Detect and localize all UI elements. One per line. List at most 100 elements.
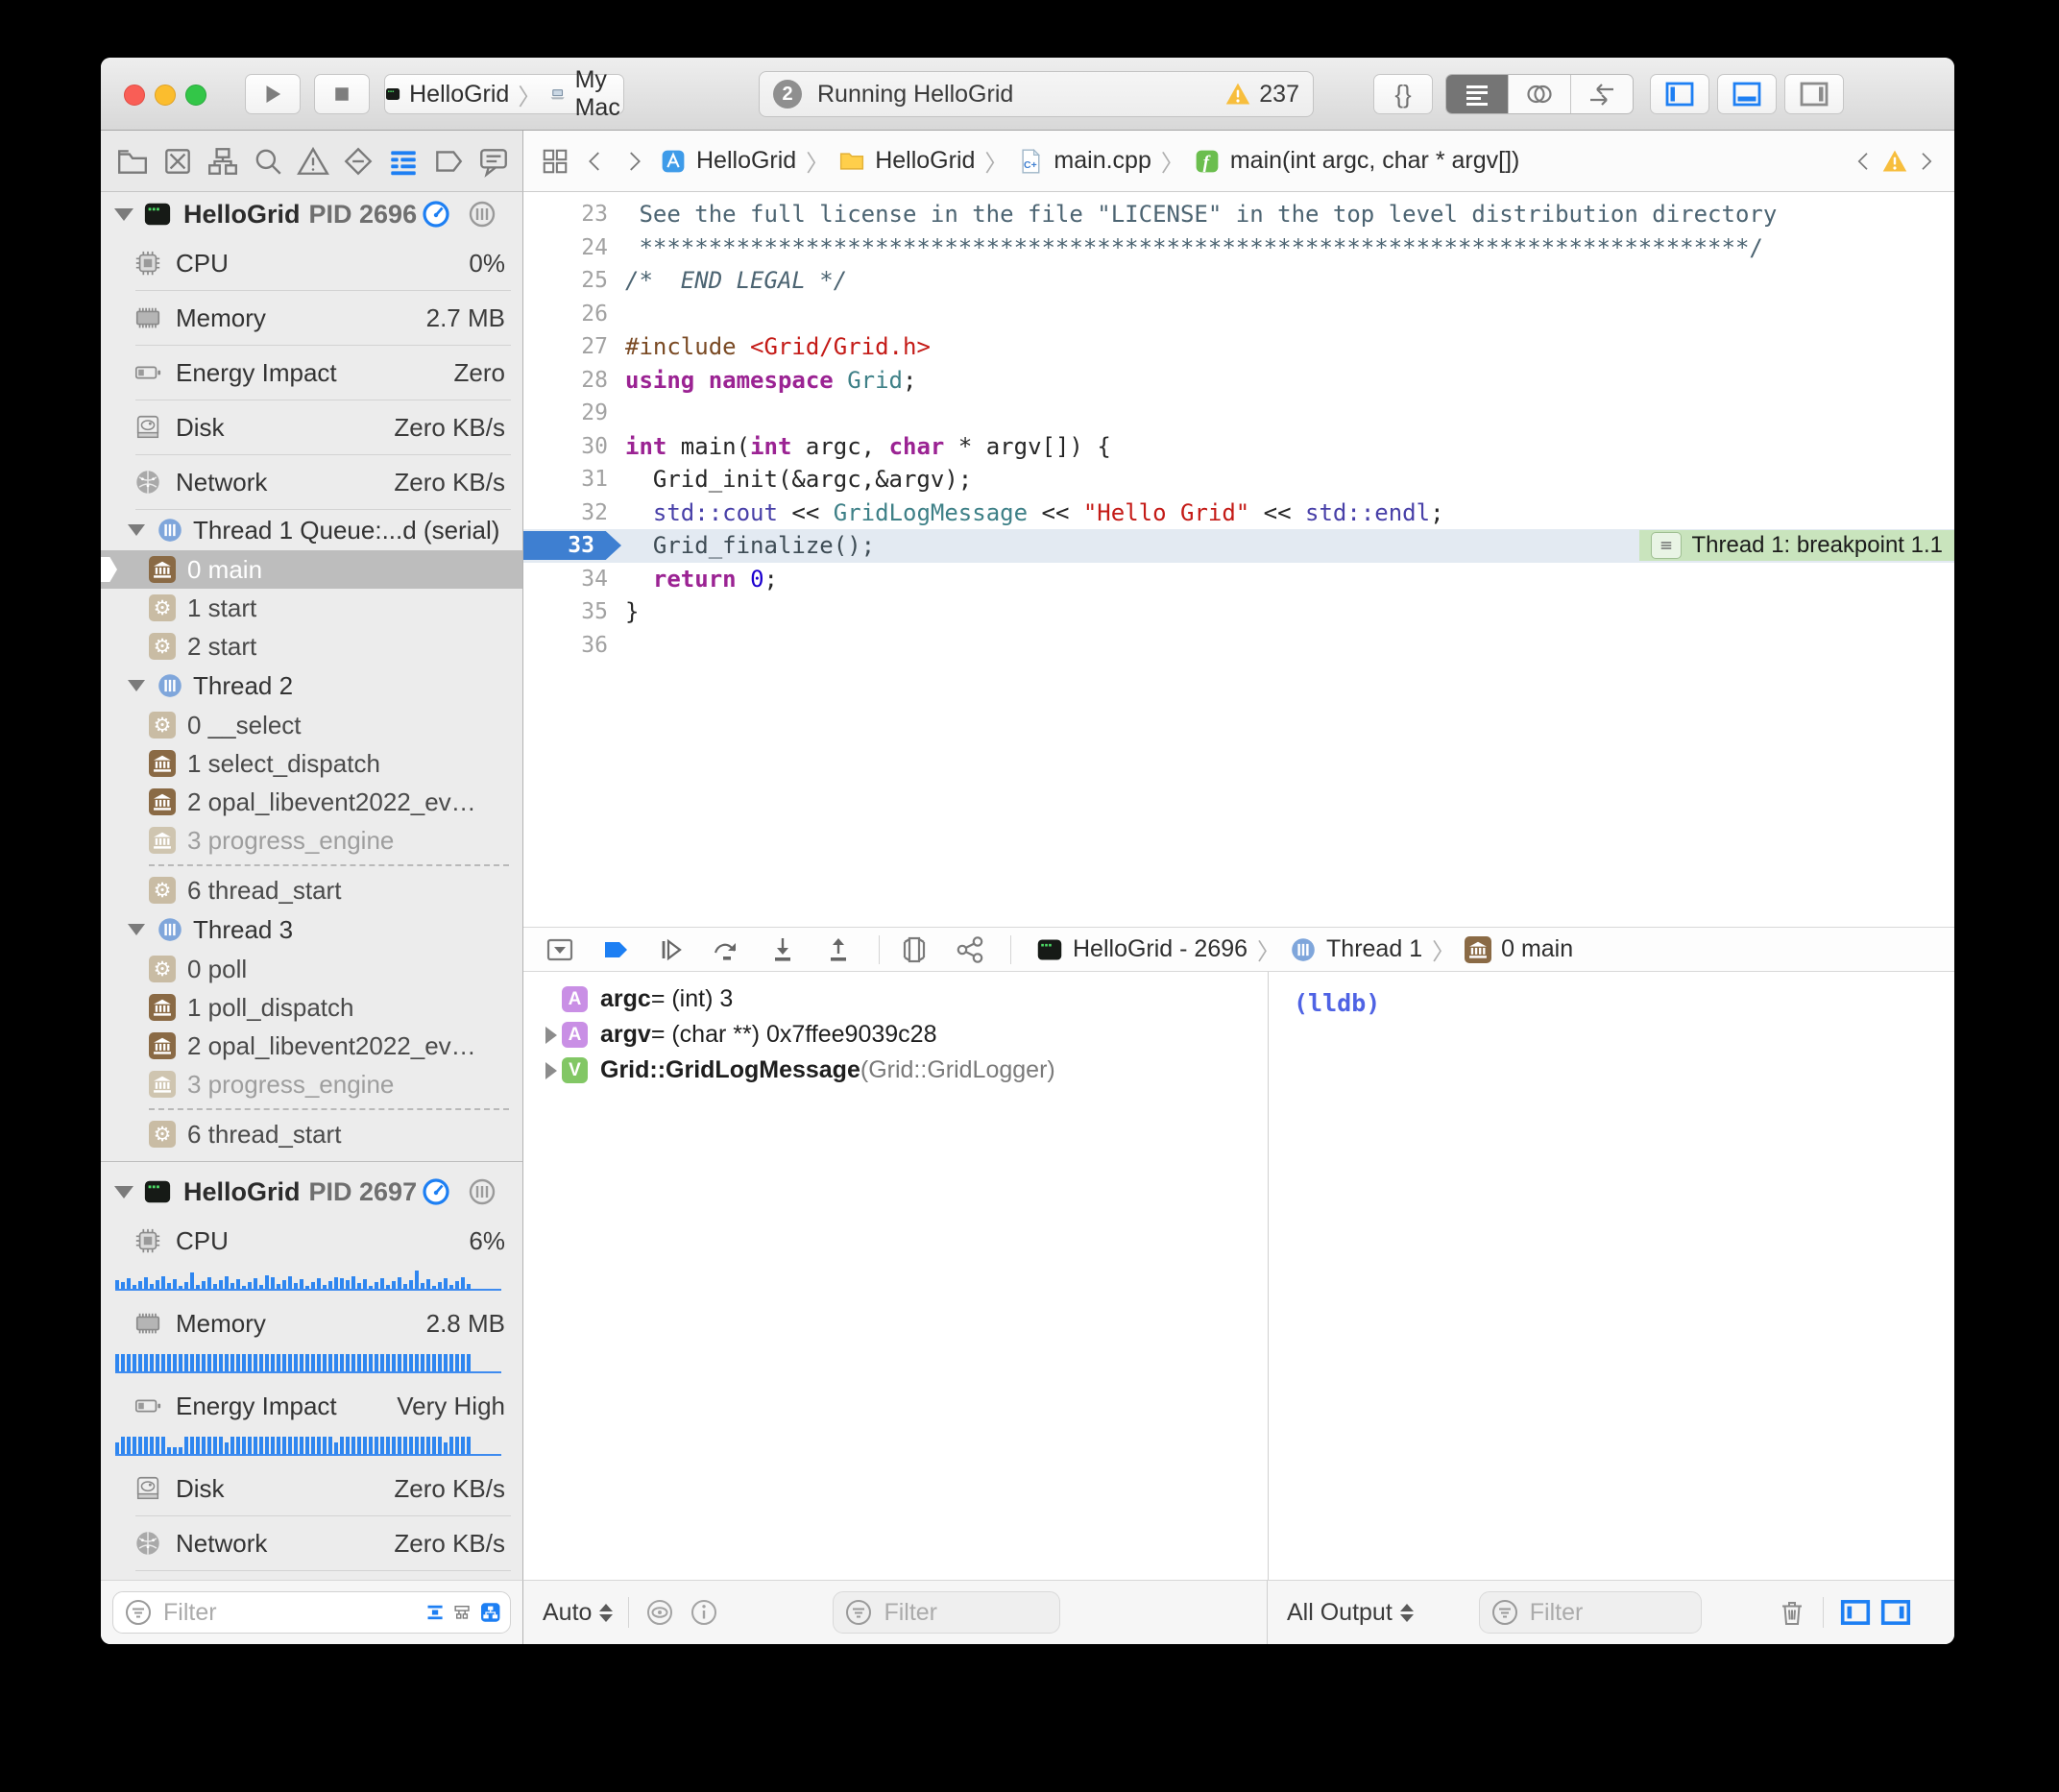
- variable-row[interactable]: Aargc = (int) 3: [523, 981, 1268, 1017]
- gauge-button-icon[interactable]: [421, 199, 451, 230]
- console-scope-label[interactable]: All Output: [1287, 1599, 1393, 1627]
- gauge-row-network[interactable]: NetworkZero KB/s: [101, 1516, 522, 1570]
- gauge-row-network[interactable]: NetworkZero KB/s: [101, 455, 522, 509]
- navigator-filter-input[interactable]: [161, 1598, 418, 1628]
- breadcrumb-item[interactable]: HelloGrid: [875, 147, 975, 175]
- thread-row[interactable]: Thread 1 Queue:...d (serial): [101, 510, 522, 550]
- gauge-button-icon[interactable]: [421, 1176, 451, 1207]
- stack-frame-row[interactable]: 1 select_dispatch: [101, 744, 522, 783]
- code-line[interactable]: 23 See the full license in the file "LIC…: [523, 198, 1954, 231]
- show-console-toggle-icon[interactable]: [1879, 1596, 1912, 1629]
- gauge-row-energy-impact[interactable]: Energy ImpactZero: [101, 346, 522, 400]
- issue-warning-icon[interactable]: [1881, 148, 1908, 175]
- debug-view-hierarchy-button[interactable]: [899, 934, 930, 965]
- view-mode-toggle-icon[interactable]: [480, 1597, 500, 1628]
- code-line[interactable]: 24 *************************************…: [523, 231, 1954, 265]
- columns-button-icon[interactable]: [467, 199, 497, 230]
- gauge-row-disk[interactable]: DiskZero KB/s: [101, 400, 522, 454]
- info-icon[interactable]: [689, 1597, 719, 1628]
- scope-updown-icon[interactable]: [599, 1604, 613, 1622]
- code-line[interactable]: 36: [523, 629, 1954, 663]
- variables-scope-label[interactable]: Auto: [543, 1599, 592, 1627]
- gauge-row-memory[interactable]: Memory2.8 MB: [101, 1296, 522, 1350]
- breakpoint-badge[interactable]: 33: [523, 531, 621, 560]
- source-editor[interactable]: 23 See the full license in the file "LIC…: [523, 192, 1954, 932]
- assistant-editor-button[interactable]: [1509, 75, 1571, 113]
- variables-filter-input[interactable]: [882, 1598, 1050, 1628]
- disclosure-triangle-icon[interactable]: [128, 924, 145, 935]
- code-line[interactable]: 28using namespace Grid;: [523, 364, 1954, 398]
- disclosure-triangle-icon[interactable]: [128, 524, 145, 536]
- activity-count-badge[interactable]: 2: [773, 80, 802, 109]
- code-snippets-button[interactable]: {}: [1373, 74, 1433, 114]
- code-line[interactable]: 29: [523, 397, 1954, 430]
- filter-frames-toggle-icon[interactable]: [452, 1598, 472, 1627]
- breadcrumb-item[interactable]: main.cpp: [1054, 147, 1151, 175]
- back-button[interactable]: [583, 149, 608, 174]
- stack-frame-row[interactable]: 1 poll_dispatch: [101, 988, 522, 1027]
- code-line[interactable]: 33 Grid_finalize();Thread 1: breakpoint …: [523, 529, 1954, 563]
- stack-frame-row[interactable]: ⚙0 __select: [101, 706, 522, 744]
- variable-disclosure-icon[interactable]: [541, 1027, 562, 1044]
- next-issue-button[interactable]: [1914, 150, 1937, 173]
- navigator-tab-debug[interactable]: [387, 145, 420, 178]
- variables-filter-field[interactable]: [833, 1591, 1060, 1634]
- toggle-debug-area-button[interactable]: [1717, 74, 1777, 114]
- variable-disclosure-icon[interactable]: [541, 1062, 562, 1079]
- close-button[interactable]: [124, 85, 145, 106]
- process-row[interactable]: HelloGridPID 2696: [101, 192, 522, 236]
- console-filter-field[interactable]: [1479, 1591, 1702, 1634]
- step-over-button[interactable]: [712, 934, 742, 965]
- debug-breadcrumb-item[interactable]: HelloGrid - 2696: [1073, 935, 1248, 963]
- warning-indicator[interactable]: 237: [1224, 81, 1299, 109]
- console-view[interactable]: (lldb): [1268, 972, 1954, 1580]
- related-items-icon[interactable]: [541, 147, 569, 176]
- stack-frame-row[interactable]: ⚙1 start: [101, 589, 522, 627]
- gauge-row-energy-impact[interactable]: Energy ImpactVery High: [101, 1379, 522, 1433]
- previous-issue-button[interactable]: [1853, 150, 1876, 173]
- gauge-row-cpu[interactable]: CPU0%: [101, 236, 522, 290]
- thread-row[interactable]: Thread 3: [101, 909, 522, 950]
- code-line[interactable]: 32 std::cout << GridLogMessage << "Hello…: [523, 496, 1954, 530]
- navigator-tab-breakpoints[interactable]: [432, 145, 465, 178]
- stack-frame-row[interactable]: ⚙2 start: [101, 627, 522, 666]
- run-button[interactable]: [245, 74, 301, 114]
- navigator-tab-reports[interactable]: [477, 145, 510, 178]
- step-into-button[interactable]: [767, 934, 798, 965]
- code-line[interactable]: 26: [523, 298, 1954, 331]
- variable-row[interactable]: VGrid::GridLogMessage (Grid::GridLogger): [523, 1053, 1268, 1088]
- code-line[interactable]: 30int main(int argc, char * argv[]) {: [523, 430, 1954, 464]
- disclosure-triangle-icon[interactable]: [128, 680, 145, 691]
- columns-button-icon[interactable]: [467, 1176, 497, 1207]
- gauge-row-disk[interactable]: DiskZero KB/s: [101, 1462, 522, 1515]
- console-filter-input[interactable]: [1528, 1598, 1691, 1628]
- stack-frame-row[interactable]: 2 opal_libevent2022_ev…: [101, 1027, 522, 1065]
- gauge-row-memory[interactable]: Memory2.7 MB: [101, 291, 522, 345]
- show-variables-toggle-icon[interactable]: [1839, 1596, 1872, 1629]
- debug-breadcrumb-item[interactable]: Thread 1: [1326, 935, 1422, 963]
- navigator-tab-tests[interactable]: [342, 145, 375, 178]
- debug-breadcrumb-item[interactable]: 0 main: [1501, 935, 1573, 963]
- stack-frame-row[interactable]: ⚙0 poll: [101, 950, 522, 988]
- quicklook-icon[interactable]: [644, 1597, 675, 1628]
- process-row[interactable]: HelloGridPID 2697: [101, 1170, 522, 1214]
- toggle-inspector-button[interactable]: [1784, 74, 1844, 114]
- code-line[interactable]: 31 Grid_init(&argc,&argv);: [523, 463, 1954, 496]
- scheme-selector[interactable]: HelloGrid 〉 My Mac: [384, 74, 624, 114]
- flatten-frames-toggle-icon[interactable]: [425, 1598, 445, 1627]
- navigator-tab-symbols[interactable]: [206, 145, 239, 178]
- forward-button[interactable]: [621, 149, 646, 174]
- standard-editor-button[interactable]: [1446, 75, 1509, 113]
- annotation-menu-icon[interactable]: [1651, 532, 1682, 559]
- stack-frame-row[interactable]: ⚙6 thread_start: [101, 1115, 522, 1153]
- stack-frame-row[interactable]: 3 progress_engine: [101, 821, 522, 860]
- breadcrumb-item[interactable]: HelloGrid: [696, 147, 796, 175]
- version-editor-button[interactable]: [1571, 75, 1633, 113]
- stack-frame-row[interactable]: ⚙6 thread_start: [101, 871, 522, 909]
- breakpoints-toggle-button[interactable]: [600, 934, 631, 965]
- code-line[interactable]: 34 return 0;: [523, 563, 1954, 596]
- navigator-filter-field[interactable]: [112, 1591, 511, 1634]
- hide-debug-area-button[interactable]: [545, 934, 575, 965]
- breadcrumb-item[interactable]: main(int argc, char * argv[]): [1230, 147, 1520, 175]
- navigator-tab-source-control[interactable]: [161, 145, 194, 178]
